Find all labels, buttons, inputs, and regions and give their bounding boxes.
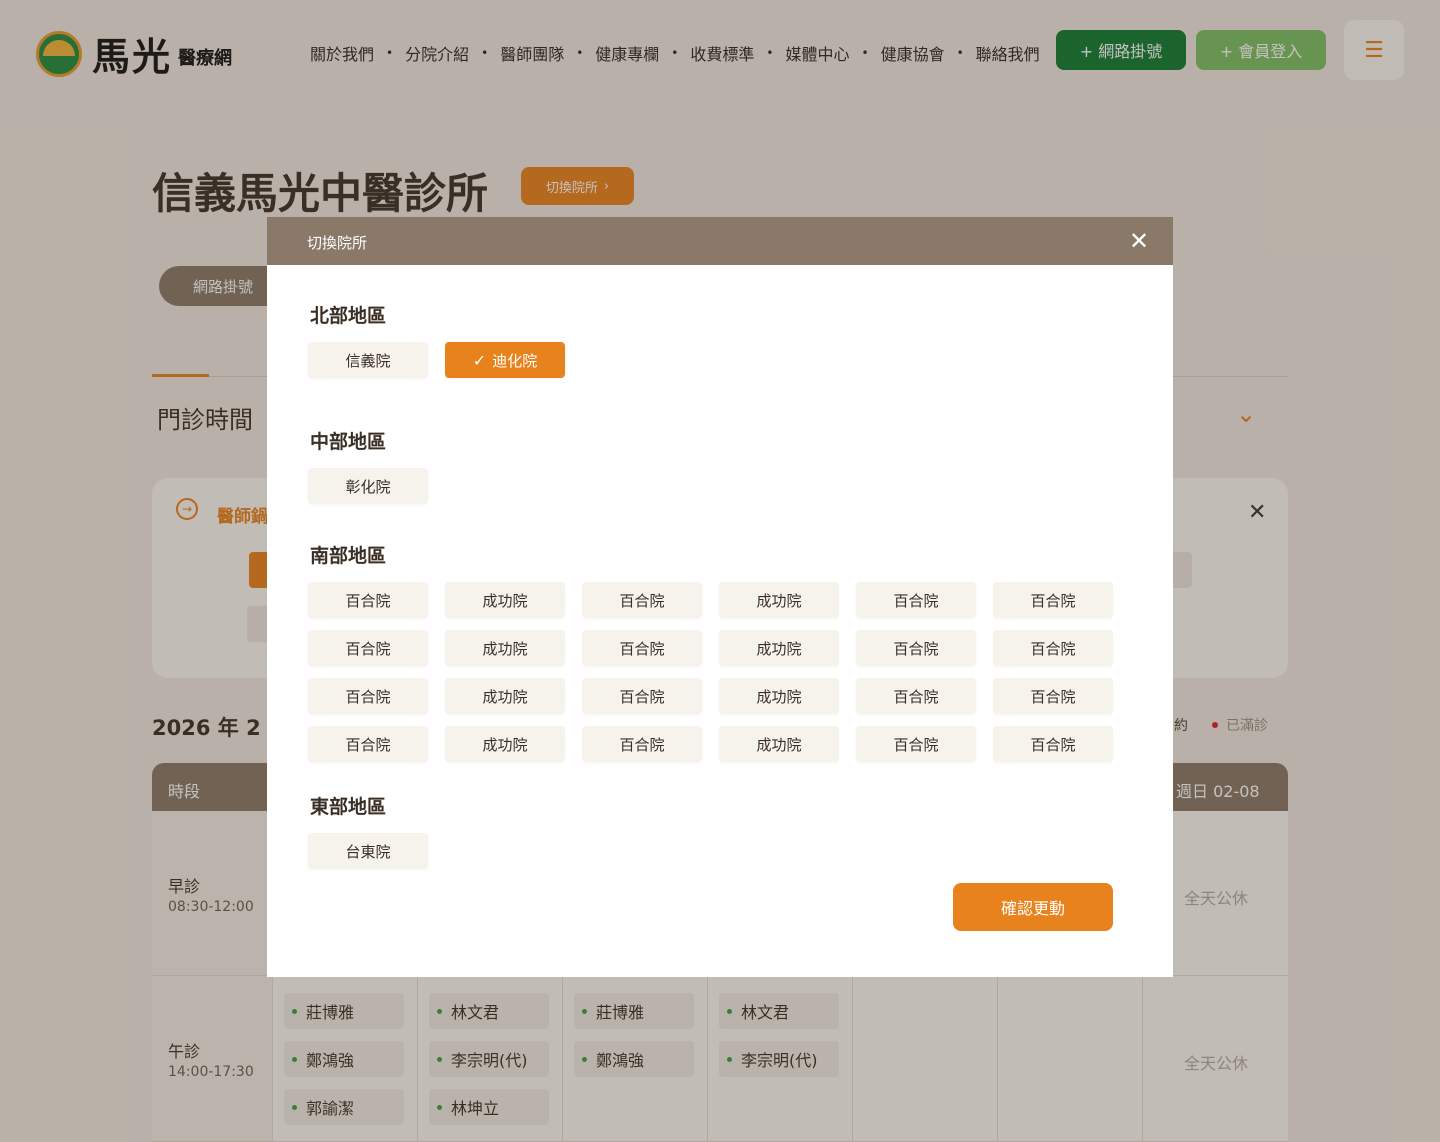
clinic-option[interactable]: 百合院 (993, 678, 1113, 714)
clinic-option-label: 迪化院 (492, 351, 538, 370)
clinic-option[interactable]: 成功院 (719, 678, 839, 714)
region-heading-east: 東部地區 (310, 796, 387, 818)
clinic-option[interactable]: 成功院 (445, 678, 565, 714)
switch-clinic-modal: 切換院所 ✕ 北部地區 信義院 ✓ 迪化院 中部地區 彰化院 南部地區 百合院 … (267, 217, 1173, 977)
clinic-option-xinyi[interactable]: 信義院 (308, 342, 428, 378)
clinic-option[interactable]: 百合院 (582, 630, 702, 666)
clinic-option[interactable]: 百合院 (308, 630, 428, 666)
clinic-option[interactable]: 百合院 (308, 726, 428, 762)
clinic-option[interactable]: 成功院 (719, 630, 839, 666)
clinic-option[interactable]: 百合院 (308, 582, 428, 618)
clinic-option[interactable]: 百合院 (308, 678, 428, 714)
region-heading-north: 北部地區 (310, 305, 387, 327)
clinic-option[interactable]: 百合院 (582, 726, 702, 762)
clinic-option-dihua[interactable]: ✓ 迪化院 (445, 342, 565, 378)
modal-close-icon[interactable]: ✕ (1129, 227, 1149, 255)
clinic-option-taitung[interactable]: 台東院 (308, 833, 428, 869)
region-heading-central: 中部地區 (310, 431, 387, 453)
clinic-option[interactable]: 百合院 (993, 582, 1113, 618)
clinic-option[interactable]: 百合院 (856, 678, 976, 714)
clinic-option[interactable]: 百合院 (856, 582, 976, 618)
clinic-option[interactable]: 成功院 (445, 582, 565, 618)
clinic-option[interactable]: 成功院 (445, 630, 565, 666)
clinic-option[interactable]: 百合院 (993, 630, 1113, 666)
clinic-option[interactable]: 成功院 (719, 582, 839, 618)
region-heading-south: 南部地區 (310, 545, 387, 567)
clinic-option[interactable]: 百合院 (582, 582, 702, 618)
modal-title: 切換院所 (307, 234, 368, 252)
clinic-option[interactable]: 成功院 (445, 726, 565, 762)
clinic-option[interactable]: 成功院 (719, 726, 839, 762)
modal-header: 切換院所 ✕ (267, 217, 1173, 265)
clinic-option-changhua[interactable]: 彰化院 (308, 468, 428, 504)
clinic-option[interactable]: 百合院 (582, 678, 702, 714)
clinic-option[interactable]: 百合院 (856, 726, 976, 762)
check-icon: ✓ (472, 350, 487, 370)
clinic-option[interactable]: 百合院 (993, 726, 1113, 762)
clinic-option[interactable]: 百合院 (856, 630, 976, 666)
confirm-change-button[interactable]: 確認更動 (953, 883, 1113, 931)
